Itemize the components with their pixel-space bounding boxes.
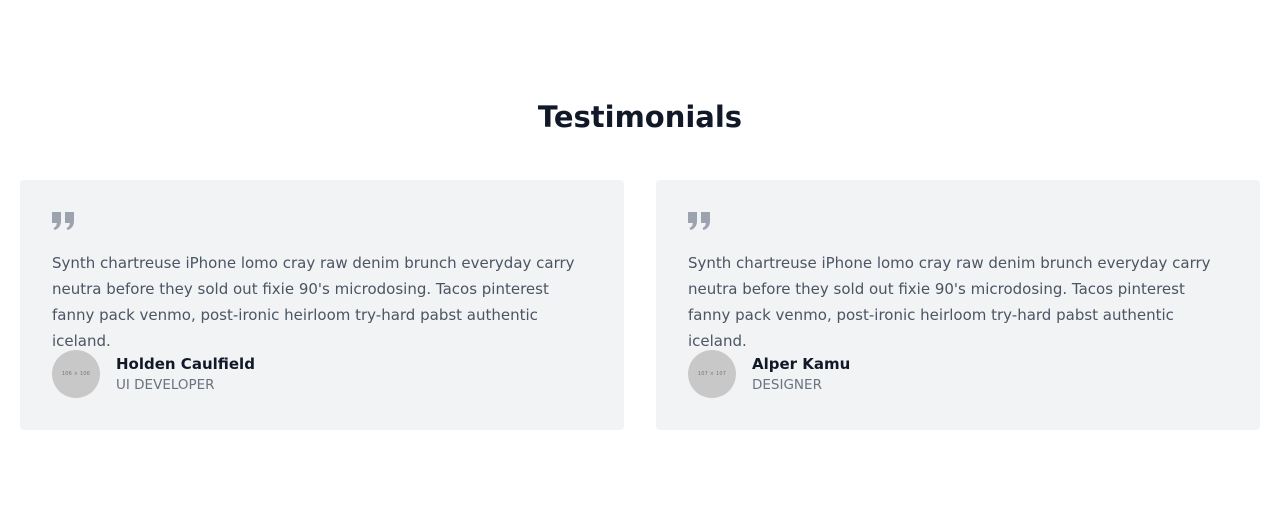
author-details: Alper Kamu DESIGNER: [752, 354, 850, 394]
testimonial-quote: Synth chartreuse iPhone lomo cray raw de…: [52, 254, 575, 350]
quote-icon: [52, 212, 74, 230]
testimonials-section: Testimonials Synth chartreuse iPhone lom…: [0, 0, 1280, 526]
author-name: Holden Caulfield: [116, 355, 255, 373]
avatar-placeholder-label: 106 × 106: [61, 371, 91, 377]
author-details: Holden Caulfield UI DEVELOPER: [116, 354, 255, 394]
testimonial-author: 106 × 106 Holden Caulfield UI DEVELOPER: [52, 350, 255, 398]
testimonial-card: Synth chartreuse iPhone lomo cray raw de…: [656, 180, 1260, 430]
avatar-placeholder-label: 107 × 107: [697, 371, 727, 377]
avatar: 107 × 107: [688, 350, 736, 398]
author-role: DESIGNER: [752, 377, 822, 393]
testimonial-cards: Synth chartreuse iPhone lomo cray raw de…: [20, 180, 1260, 430]
testimonial-author: 107 × 107 Alper Kamu DESIGNER: [688, 350, 850, 398]
section-title: Testimonials: [537, 100, 743, 134]
testimonial-quote: Synth chartreuse iPhone lomo cray raw de…: [688, 254, 1211, 350]
quote-icon: [688, 212, 710, 230]
avatar: 106 × 106: [52, 350, 100, 398]
author-role: UI DEVELOPER: [116, 377, 215, 393]
testimonial-card: Synth chartreuse iPhone lomo cray raw de…: [20, 180, 624, 430]
author-name: Alper Kamu: [752, 355, 851, 373]
